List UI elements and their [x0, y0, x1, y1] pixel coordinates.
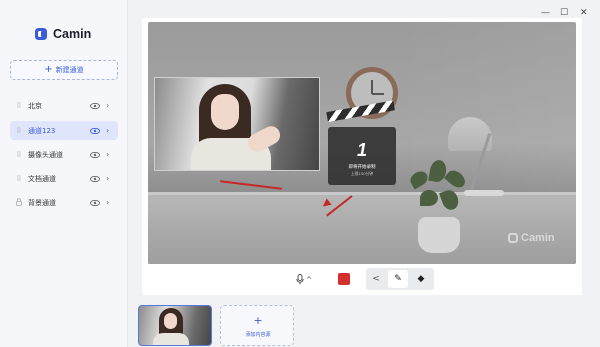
- chevron-right-icon[interactable]: ›: [106, 101, 118, 110]
- chevron-right-icon[interactable]: ›: [106, 150, 118, 159]
- new-channel-button[interactable]: + 新建通道: [10, 60, 118, 80]
- app-logo: Camin: [34, 27, 91, 41]
- close-button[interactable]: ✕: [580, 8, 588, 18]
- countdown-number: 1: [356, 140, 367, 160]
- plus-icon: +: [253, 314, 263, 327]
- pen-tool-button[interactable]: ✎: [388, 270, 408, 288]
- channel-item-background[interactable]: 背景通道 ›: [10, 193, 118, 212]
- channel-item-tongdao123[interactable]: ⠿ 通道123 ›: [10, 121, 118, 140]
- camera-feed-overlay[interactable]: [154, 77, 320, 171]
- watermark: Camin: [508, 232, 555, 244]
- channel-item-document[interactable]: ⠿ 文档通道 ›: [10, 169, 118, 188]
- countdown-text: 即将开始录制: [348, 165, 376, 170]
- maximize-button[interactable]: ☐: [560, 8, 568, 18]
- channel-label: 通道123: [28, 126, 56, 135]
- desk-surface: [148, 192, 576, 264]
- plant-pot-image: [418, 217, 460, 253]
- lock-icon: [10, 197, 28, 208]
- drag-handle-icon[interactable]: ⠿: [10, 102, 28, 110]
- source-thumbnail[interactable]: [138, 305, 212, 346]
- channel-label: 摄像头通道: [28, 150, 63, 159]
- add-source-label: 添加内容源: [245, 332, 271, 338]
- eye-icon[interactable]: [90, 151, 100, 158]
- recording-toolbar: ^ < ✎ ◆: [148, 264, 576, 294]
- eye-icon[interactable]: [90, 175, 100, 182]
- new-channel-label: 新建通道: [55, 66, 84, 74]
- annotation-tools: < ✎ ◆: [366, 268, 434, 290]
- add-source-button[interactable]: + 添加内容源: [220, 305, 294, 346]
- channel-item-camera[interactable]: ⠿ 摄像头通道 ›: [10, 145, 118, 164]
- microphone-icon: [296, 274, 304, 285]
- drag-handle-icon[interactable]: ⠿: [10, 127, 28, 135]
- plus-icon: +: [44, 64, 53, 75]
- eye-icon[interactable]: [90, 102, 100, 109]
- channel-label: 文档通道: [28, 174, 56, 183]
- chevron-right-icon[interactable]: ›: [106, 126, 118, 135]
- countdown-subtext: 上限150分钟: [350, 171, 374, 176]
- app-name: Camin: [53, 27, 92, 41]
- camin-logo-icon: [34, 27, 48, 41]
- recording-preview[interactable]: Camin 1 即将开始录制 上限150分钟: [148, 22, 576, 264]
- chevron-up-icon[interactable]: ^: [306, 276, 312, 284]
- eye-icon[interactable]: [90, 127, 100, 134]
- record-stop-button[interactable]: [338, 273, 350, 285]
- shape-tool-button[interactable]: ◆: [414, 272, 428, 286]
- chevron-right-icon[interactable]: ›: [106, 198, 118, 207]
- channel-label: 北京: [28, 101, 42, 110]
- minimize-button[interactable]: —: [541, 8, 550, 18]
- eye-icon[interactable]: [90, 199, 100, 206]
- microphone-button[interactable]: ^: [296, 274, 312, 285]
- channel-item-beijing[interactable]: ⠿ 北京 ›: [10, 96, 118, 115]
- chevron-left-icon[interactable]: <: [370, 272, 382, 286]
- drag-handle-icon[interactable]: ⠿: [10, 151, 28, 159]
- annotation-underline: [220, 180, 282, 190]
- channel-label: 背景通道: [28, 198, 56, 207]
- sidebar: Camin + 新建通道 ⠿ 北京 › ⠿ 通道123 › ⠿ 摄像头通道 › …: [0, 0, 128, 347]
- chevron-right-icon[interactable]: ›: [106, 174, 118, 183]
- drag-handle-icon[interactable]: ⠿: [10, 175, 28, 183]
- camin-logo-icon: [508, 233, 518, 243]
